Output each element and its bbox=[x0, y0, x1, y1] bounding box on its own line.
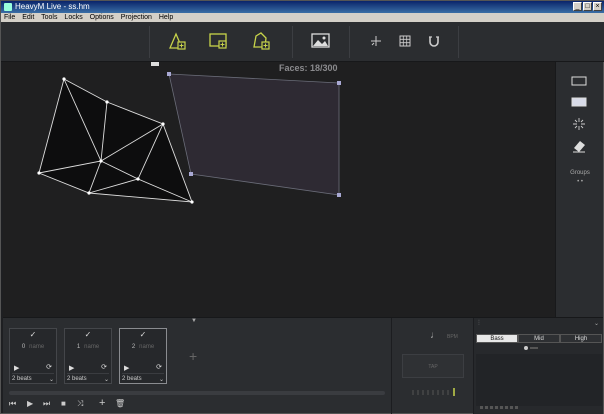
menu-file[interactable]: File bbox=[4, 14, 15, 21]
check-icon[interactable]: ✓ bbox=[10, 330, 56, 339]
filled-shape-icon[interactable] bbox=[569, 95, 589, 109]
sequence-progress-bar[interactable] bbox=[9, 391, 385, 395]
frequency-slider-track bbox=[530, 347, 538, 349]
beats-select[interactable]: 2 beats ⌄ bbox=[122, 373, 164, 383]
tab-high[interactable]: High bbox=[560, 334, 602, 343]
frequency-panel: ⫶ ⌄ Bass Mid High bbox=[473, 318, 603, 414]
level-slider-icon[interactable]: ⫶ bbox=[478, 320, 480, 328]
vertex-handle[interactable] bbox=[337, 81, 341, 85]
loop-icon[interactable]: ⟳ bbox=[156, 363, 162, 371]
projection-canvas[interactable]: Faces: 18/300 bbox=[3, 62, 555, 317]
selected-quad-shape[interactable] bbox=[168, 73, 340, 196]
tools-panel: Groups • • bbox=[555, 62, 603, 317]
magnet-icon[interactable] bbox=[423, 30, 445, 52]
app-window: HeavyM Live - ss.hm _ □ × File Edit Tool… bbox=[0, 0, 604, 414]
sequence-card-active[interactable]: ✓ 2 name ▶ ⟳ 2 beats ⌄ bbox=[119, 328, 167, 384]
tab-bass[interactable]: Bass bbox=[476, 334, 518, 343]
add-layer-icon[interactable] bbox=[208, 30, 230, 52]
add-icon[interactable]: + bbox=[99, 397, 105, 409]
play-icon[interactable]: ▶ bbox=[124, 364, 129, 372]
menu-edit[interactable]: Edit bbox=[22, 14, 34, 21]
outline-shape-icon[interactable] bbox=[569, 74, 589, 88]
toolbar-divider bbox=[292, 26, 293, 58]
minimize-button[interactable]: _ bbox=[573, 2, 582, 11]
play-icon[interactable]: ▶ bbox=[69, 364, 74, 372]
loop-icon[interactable]: ⟳ bbox=[101, 363, 107, 371]
sequence-panel: ▼ ✓ 0 name ▶ ⟳ 2 beats ⌄ ✓ 1 name ▶ ⟳ 2 bea… bbox=[3, 318, 389, 414]
beats-value: 2 beats bbox=[67, 376, 87, 382]
play-icon[interactable]: ▶ bbox=[14, 364, 19, 372]
beat-indicator bbox=[412, 388, 455, 396]
trash-icon[interactable]: 🗑 bbox=[115, 399, 125, 408]
collapse-chevron-icon[interactable]: ▼ bbox=[191, 318, 197, 324]
chevron-down-icon: ⌄ bbox=[158, 377, 164, 383]
title-bar: HeavyM Live - ss.hm _ □ × bbox=[1, 1, 604, 13]
add-shape-icon[interactable] bbox=[167, 30, 189, 52]
triangulated-mesh-shape[interactable] bbox=[37, 77, 194, 204]
chevron-down-icon: ⌄ bbox=[103, 377, 109, 383]
toolbar-divider bbox=[149, 26, 150, 58]
sequence-name: name bbox=[29, 344, 45, 350]
menu-projection[interactable]: Projection bbox=[121, 14, 152, 21]
menu-help[interactable]: Help bbox=[159, 14, 173, 21]
sparkle-icon[interactable] bbox=[569, 117, 589, 131]
shape-layer[interactable] bbox=[3, 62, 555, 317]
groups-label: Groups bbox=[570, 170, 590, 176]
menu-bar: File Edit Tools Locks Options Projection… bbox=[1, 13, 604, 22]
chevron-down-icon[interactable]: ⌄ bbox=[594, 320, 599, 327]
toolbar-divider bbox=[458, 26, 459, 58]
check-icon[interactable]: ✓ bbox=[65, 330, 111, 339]
maximize-button[interactable]: □ bbox=[583, 2, 592, 11]
sequence-number: 1 bbox=[76, 344, 81, 350]
grid-icon[interactable] bbox=[394, 30, 416, 52]
frequency-tabs: Bass Mid High bbox=[476, 334, 602, 343]
add-sequence-icon[interactable]: + bbox=[189, 348, 197, 364]
chevron-down-icon: ⌄ bbox=[48, 377, 54, 383]
crosshair-icon[interactable] bbox=[365, 30, 387, 52]
vertex-handle[interactable] bbox=[337, 193, 341, 197]
bottom-panel: ▼ ✓ 0 name ▶ ⟳ 2 beats ⌄ ✓ 1 name ▶ ⟳ 2 bea… bbox=[3, 317, 603, 414]
shuffle-icon[interactable]: ⤨ bbox=[77, 399, 83, 409]
image-icon[interactable] bbox=[310, 30, 332, 52]
bpm-label: BPM bbox=[447, 334, 458, 340]
beats-select[interactable]: 2 beats ⌄ bbox=[67, 373, 109, 383]
window-title: HeavyM Live - ss.hm bbox=[15, 2, 90, 11]
canvas-marker bbox=[151, 62, 159, 66]
sequence-name: name bbox=[139, 344, 155, 350]
menu-options[interactable]: Options bbox=[90, 14, 114, 21]
spectrum-bars bbox=[480, 406, 520, 409]
beats-select[interactable]: 2 beats ⌄ bbox=[12, 373, 54, 383]
audio-panel: ♩ BPM TAP bbox=[391, 318, 473, 414]
check-icon[interactable]: ✓ bbox=[120, 330, 166, 339]
toolbar bbox=[1, 22, 604, 62]
vertex-handle[interactable] bbox=[167, 72, 171, 76]
sequence-number: 0 bbox=[21, 344, 26, 350]
loop-icon[interactable]: ⟳ bbox=[46, 363, 52, 371]
beats-value: 2 beats bbox=[12, 376, 32, 382]
beats-value: 2 beats bbox=[122, 376, 142, 382]
sequence-card[interactable]: ✓ 0 name ▶ ⟳ 2 beats ⌄ bbox=[9, 328, 57, 384]
eraser-icon[interactable] bbox=[569, 139, 589, 153]
tap-button[interactable]: TAP bbox=[402, 354, 464, 378]
skip-forward-icon[interactable]: ⏭ bbox=[43, 399, 50, 409]
tab-mid[interactable]: Mid bbox=[518, 334, 560, 343]
skip-back-icon[interactable]: ⏮ bbox=[9, 399, 16, 409]
sequence-name: name bbox=[84, 344, 100, 350]
sequence-card[interactable]: ✓ 1 name ▶ ⟳ 2 beats ⌄ bbox=[64, 328, 112, 384]
play-icon[interactable]: ▶ bbox=[27, 399, 33, 408]
frequency-slider-handle[interactable] bbox=[524, 346, 528, 350]
groups-indicator[interactable]: • • bbox=[556, 179, 604, 185]
music-note-icon: ♩ bbox=[430, 330, 440, 341]
spectrum-display bbox=[476, 354, 602, 406]
add-group-icon[interactable] bbox=[251, 30, 273, 52]
vertex-handle[interactable] bbox=[189, 172, 193, 176]
app-icon bbox=[4, 3, 12, 11]
menu-locks[interactable]: Locks bbox=[64, 14, 82, 21]
menu-tools[interactable]: Tools bbox=[41, 14, 57, 21]
close-button[interactable]: × bbox=[593, 2, 602, 11]
sequence-number: 2 bbox=[131, 344, 136, 350]
stop-icon[interactable]: ■ bbox=[61, 399, 66, 408]
toolbar-divider bbox=[349, 26, 350, 58]
